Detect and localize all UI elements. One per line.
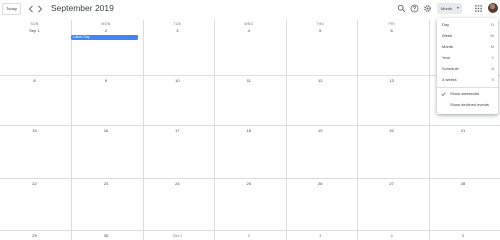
menu-item-shortcut: W [490,33,494,38]
event-chip[interactable]: Labor Day [71,35,138,40]
day-number[interactable]: Oct 1 [143,233,212,238]
view-option-show-weekends[interactable]: Show weekends [437,89,498,99]
menu-divider [437,87,498,88]
today-button[interactable]: Today [2,3,21,15]
menu-item-shortcut: D [491,22,494,27]
menu-item-shortcut: X [491,77,494,82]
gear-icon[interactable] [423,4,432,13]
day-number[interactable]: 5 [286,28,355,33]
avatar[interactable] [488,3,498,13]
menu-item-shortcut: M [490,44,494,49]
view-menu-item-day[interactable]: Day D [437,20,498,30]
day-number[interactable]: 9 [71,78,140,83]
day-number[interactable]: 22 [0,181,69,186]
menu-item-label: Year [442,55,451,60]
view-menu-item-month[interactable]: Month M [437,42,498,52]
day-number[interactable]: 16 [71,128,140,133]
menu-option-label: Show weekends [450,91,480,96]
view-switcher-button[interactable]: Month [437,3,462,14]
day-number[interactable]: 30 [71,233,140,238]
day-number[interactable]: 27 [357,181,426,186]
day-number[interactable]: 17 [143,128,212,133]
day-number[interactable]: 5 [429,233,498,238]
view-menu-item-week[interactable]: Week W [437,31,498,41]
day-number[interactable]: 19 [286,128,355,133]
day-number[interactable]: 28 [429,181,498,186]
menu-option-label: Show declined events [450,102,489,107]
day-number[interactable]: 6 [357,28,426,33]
day-number[interactable]: 10 [143,78,212,83]
day-number[interactable]: 24 [143,181,212,186]
day-number[interactable]: Sep 1 [0,28,69,33]
day-number[interactable]: 2 [214,233,283,238]
day-number[interactable]: 8 [0,78,69,83]
day-number[interactable]: 12 [286,78,355,83]
day-number[interactable]: 11 [214,78,283,83]
day-number[interactable]: 3 [286,233,355,238]
day-number[interactable]: 2 [71,28,140,33]
month-title: September 2019 [51,3,114,13]
view-option-show-declined-events[interactable]: Show declined events [437,100,498,110]
day-number[interactable]: 25 [214,181,283,186]
day-number[interactable]: 29 [0,233,69,238]
menu-item-label: Month [442,44,454,49]
view-menu-item-4-weeks[interactable]: 4 weeks X [437,75,498,85]
menu-item-label: Schedule [442,66,459,71]
month-grid: SUNMONTUEWEDTHUFRISATSep 123456789101112… [0,20,500,240]
day-number[interactable]: 13 [357,78,426,83]
menu-item-shortcut: Y [491,55,494,60]
search-icon[interactable] [397,4,406,13]
top-bar: Today September 2019 Month [0,0,500,20]
day-number[interactable]: 4 [357,233,426,238]
day-number[interactable]: 23 [71,181,140,186]
view-menu: Day D Week W Month M Year Y Schedule A 4 weeks X Sho… [437,18,498,114]
day-number[interactable]: 21 [429,128,498,133]
day-number[interactable]: 26 [286,181,355,186]
menu-item-label: Day [442,22,450,27]
view-menu-item-year[interactable]: Year Y [437,53,498,63]
chevron-left-icon[interactable] [28,5,34,13]
view-switcher-label: Month [441,6,453,11]
view-menu-item-schedule[interactable]: Schedule A [437,64,498,74]
help-icon[interactable] [410,4,419,13]
chevron-down-icon [457,7,459,9]
menu-item-label: 4 weeks [442,77,457,82]
day-number[interactable]: 15 [0,128,69,133]
day-number[interactable]: 20 [357,128,426,133]
day-number[interactable]: 4 [214,28,283,33]
chevron-right-icon[interactable] [37,5,43,13]
apps-grid-icon[interactable] [474,4,483,13]
day-number[interactable]: 3 [143,28,212,33]
menu-item-shortcut: A [491,66,494,71]
day-number[interactable]: 18 [214,128,283,133]
menu-item-label: Week [442,33,453,38]
